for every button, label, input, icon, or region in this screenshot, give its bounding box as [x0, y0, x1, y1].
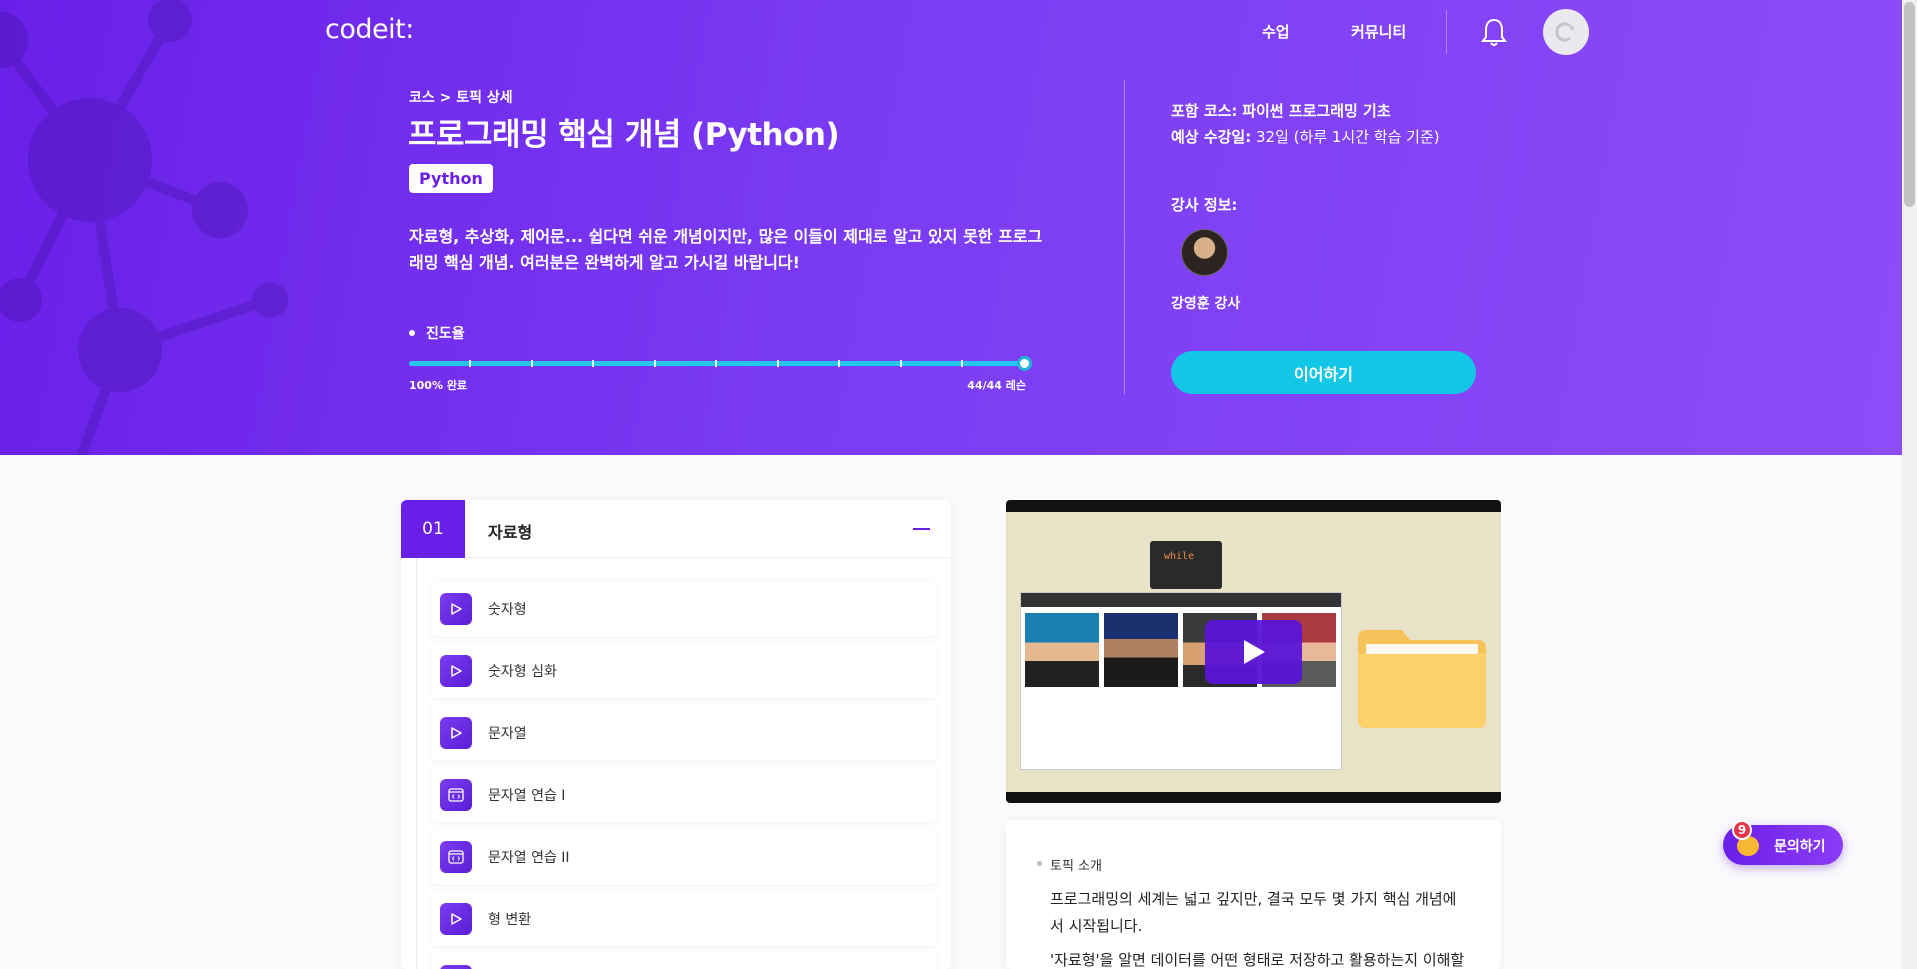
chapter-title: 자료형: [488, 523, 533, 542]
lesson-label: 문자열 연습 I: [488, 788, 566, 804]
nav-divider: [1446, 10, 1447, 54]
lesson-item[interactable]: [431, 953, 937, 969]
play-icon: [440, 965, 472, 969]
lesson-item[interactable]: 문자열: [431, 705, 937, 760]
continue-button[interactable]: 이어하기: [1171, 351, 1476, 394]
code-icon: [440, 841, 472, 873]
progress-tick: [531, 360, 533, 367]
page-title: 프로그래밍 핵심 개념 (Python): [408, 117, 840, 153]
progress-knob: [1017, 356, 1032, 371]
progress-tick: [961, 360, 963, 367]
progress-lesson-count: 44/44 레슨: [967, 379, 1026, 392]
codeit-logo[interactable]: codeit:: [325, 14, 414, 45]
video-player[interactable]: while: [1006, 500, 1501, 803]
progress-tick: [715, 360, 717, 367]
chapter-header[interactable]: 01 자료형: [401, 500, 951, 558]
duration-value: 32일 (하루 1시간 학습 기준): [1256, 128, 1440, 146]
intro-paragraph: '자료형'을 알면 데이터를 어떤 형태로 저장하고 활용하는지 이해할: [1050, 951, 1465, 969]
portrait-photo: [1104, 613, 1178, 687]
chapter-rail: [416, 558, 417, 969]
intro-paragraph: 프로그래밍의 세계는 넓고 깊지만, 결국 모두 몇 가지 핵심 개념에서 시작…: [1050, 890, 1457, 935]
nav-classes-link[interactable]: 수업: [1262, 21, 1290, 42]
included-course: 포함 코스: 파이썬 프로그래밍 기초: [1171, 100, 1391, 121]
progress-tick: [469, 360, 471, 367]
included-course-label: 포함 코스:: [1171, 102, 1238, 120]
profile-avatar[interactable]: [1543, 9, 1589, 55]
browser-address-bar: [1021, 593, 1341, 607]
lesson-label: 형 변환: [488, 912, 532, 928]
instructor-name: 강영훈 강사: [1171, 296, 1241, 312]
course-description: 자료형, 추상화, 제어문... 쉽다면 쉬운 개념이지만, 많은 이들이 제대…: [409, 227, 1043, 272]
duration-label: 예상 수강일:: [1171, 128, 1252, 146]
intro-label: 토픽 소개: [1037, 855, 1102, 874]
chapter-card: 01 자료형 숫자형 숫자형 심화 문자열 문자열 연습 I 문자열 연습 II…: [401, 500, 951, 969]
lesson-item[interactable]: 숫자형: [431, 581, 937, 636]
molecule-graphic: [0, 0, 288, 455]
progress-bar: [409, 356, 1032, 371]
nav-community-link[interactable]: 커뮤니티: [1351, 21, 1406, 42]
progress-tick: [592, 360, 594, 367]
play-button[interactable]: [1205, 620, 1302, 684]
folder-icon: [1358, 630, 1486, 728]
top-nav: codeit: 수업 커뮤니티: [0, 0, 1902, 64]
instructor-photo: [1181, 229, 1228, 276]
lesson-item[interactable]: 문자열 연습 II: [431, 829, 937, 884]
profile-logo-icon: [1555, 22, 1574, 42]
progress-label: 진도율: [409, 323, 465, 343]
bell-icon[interactable]: [1479, 16, 1509, 48]
notification-badge: 9: [1732, 820, 1752, 840]
play-icon: [440, 903, 472, 935]
lesson-label: 숫자형: [488, 602, 527, 618]
included-course-value[interactable]: 파이썬 프로그래밍 기초: [1242, 102, 1390, 120]
language-tag: Python: [409, 164, 493, 193]
scrollbar-thumb[interactable]: [1904, 2, 1915, 207]
code-snippet: while: [1150, 541, 1222, 589]
lesson-item[interactable]: 형 변환: [431, 891, 937, 946]
code-icon: [440, 779, 472, 811]
help-button[interactable]: 9 문의하기: [1723, 820, 1843, 865]
chapter-number: 01: [401, 500, 465, 558]
topic-intro-card: 토픽 소개 프로그래밍의 세계는 넓고 깊지만, 결국 모두 몇 가지 핵심 개…: [1006, 820, 1501, 969]
expected-duration: 예상 수강일: 32일 (하루 1시간 학습 기준): [1171, 126, 1440, 147]
help-label: 문의하기: [1774, 839, 1826, 855]
play-icon: [440, 717, 472, 749]
lesson-label: 문자열: [488, 726, 527, 742]
lesson-label: 문자열 연습 II: [488, 850, 570, 866]
progress-tick: [654, 360, 656, 367]
hero-divider: [1124, 80, 1125, 394]
lesson-label: 숫자형 심화: [488, 664, 557, 680]
play-icon: [1243, 640, 1265, 664]
instructor-label: 강사 정보:: [1171, 196, 1238, 214]
play-icon: [440, 593, 472, 625]
lesson-item[interactable]: 숫자형 심화: [431, 643, 937, 698]
play-icon: [440, 655, 472, 687]
progress-tick: [777, 360, 779, 367]
course-hero: codeit: 수업 커뮤니티 코스 > 토픽 상세 프로그래밍 핵심 개념 (…: [0, 0, 1902, 455]
portrait-photo: [1025, 613, 1099, 687]
progress-tick: [838, 360, 840, 367]
lesson-item[interactable]: 문자열 연습 I: [431, 767, 937, 822]
progress-percent-text: 100% 완료: [409, 379, 468, 392]
collapse-icon[interactable]: [913, 528, 930, 530]
progress-tick: [900, 360, 902, 367]
breadcrumb[interactable]: 코스 > 토픽 상세: [409, 87, 513, 107]
